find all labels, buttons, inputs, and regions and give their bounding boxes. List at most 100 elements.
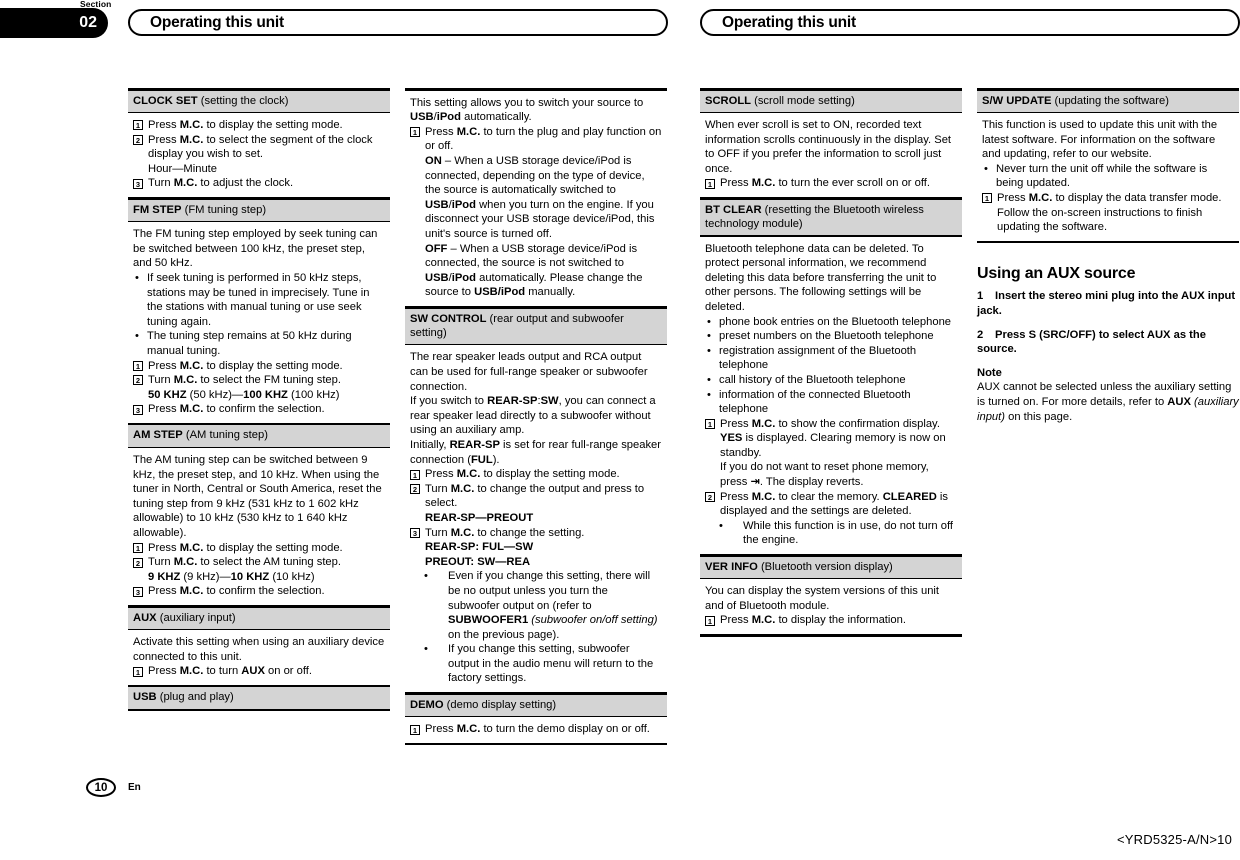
bullet-text: information of the connected Bluetooth t… bbox=[719, 388, 911, 416]
section-ver-info: VER INFO (Bluetooth version display) You… bbox=[700, 556, 962, 637]
step-item: 1 Press M.C. to turn the demo display on … bbox=[410, 722, 662, 737]
setting-name: SW CONTROL bbox=[410, 312, 487, 325]
step-text: Press M.C. to display the setting mode. bbox=[148, 119, 343, 132]
step-number: 1 bbox=[133, 120, 143, 131]
step-continuation-text: PREOUT: SW—REA bbox=[425, 555, 531, 568]
numbered-step: 2 Press S (SRC/OFF) to select AUX as the … bbox=[977, 328, 1239, 357]
bullet-dot: • bbox=[707, 388, 711, 401]
section-usb-continued: This setting allows you to switch your s… bbox=[405, 88, 667, 309]
step-number: 1 bbox=[410, 469, 420, 480]
section-using-aux-source: Using an AUX source 1 Insert the stereo m… bbox=[977, 265, 1239, 424]
manual-page: Section 02 Operating this unit Operating… bbox=[0, 0, 1240, 860]
section-am-step: AM STEP (AM tuning step) The AM tuning s… bbox=[128, 425, 390, 608]
bullet-dot: • bbox=[424, 570, 428, 583]
step-continuation-text: REAR-SP—PREOUT bbox=[425, 511, 534, 524]
step-text: Turn M.C. to select the FM tuning step. bbox=[148, 374, 341, 387]
page-title-left-text: Operating this unit bbox=[150, 13, 284, 31]
note-body: AUX cannot be selected unless the auxili… bbox=[977, 381, 1239, 423]
bullet-dot: • bbox=[707, 330, 711, 343]
bullet-text: While this function is in use, do not tu… bbox=[743, 519, 953, 547]
step-item: 3 Press M.C. to confirm the selection. bbox=[133, 584, 385, 599]
step-number: 2 bbox=[133, 557, 143, 568]
section-bt-clear: BT CLEAR (resetting the Bluetooth wirele… bbox=[700, 199, 962, 557]
intro-text: The AM tuning step can be switched betwe… bbox=[133, 453, 382, 539]
section-body: The FM tuning step employed by seek tuni… bbox=[128, 222, 390, 423]
step-item: 1 Press M.C. to show the confirmation dis… bbox=[705, 417, 957, 461]
language-code: En bbox=[128, 782, 141, 793]
step-number: 3 bbox=[410, 527, 420, 538]
setting-desc: (setting the clock) bbox=[197, 94, 289, 107]
bullet-item: • Even if you change this setting, there … bbox=[410, 569, 662, 642]
bullet-item: • Never turn the unit off while the softw… bbox=[982, 162, 1234, 191]
page-title-right-text: Operating this unit bbox=[722, 13, 856, 31]
step-text: Press M.C. to display the data transfer … bbox=[997, 192, 1222, 234]
bullet-item: • registration assignment of the Bluetoot… bbox=[705, 344, 957, 373]
section-body: You can display the system versions of t… bbox=[700, 579, 962, 634]
bullet-dot: • bbox=[719, 519, 723, 532]
bullet-text: If seek tuning is performed in 50 kHz st… bbox=[147, 271, 370, 328]
step-number: 1 bbox=[705, 419, 715, 430]
setting-desc: (updating the software) bbox=[1051, 94, 1169, 107]
column-3: SCROLL (scroll mode setting) When ever s… bbox=[700, 88, 962, 637]
section-number: 02 bbox=[79, 14, 97, 31]
bullet-dot: • bbox=[135, 330, 139, 343]
section-heading: Using an AUX source bbox=[977, 265, 1136, 283]
step-continuation: OFF – When a USB storage device/iPod is … bbox=[425, 242, 643, 299]
document-id: <YRD5325-A/N>10 bbox=[1116, 832, 1232, 847]
step-item: 1 Press M.C. to turn the ever scroll on o… bbox=[705, 176, 957, 191]
bullet-text: If you change this setting, subwoofer ou… bbox=[448, 643, 654, 685]
step-continuation: REAR-SP—PREOUT bbox=[425, 511, 662, 526]
page-title-left: Operating this unit bbox=[128, 9, 668, 36]
step-number: 3 bbox=[133, 404, 143, 415]
return-arrow-icon: ⇥ bbox=[750, 476, 760, 489]
bullet-text: Even if you change this setting, there w… bbox=[448, 570, 658, 641]
step-item: 3 Press M.C. to confirm the selection. bbox=[133, 402, 385, 417]
step-item: 1 Press M.C. to display the setting mode. bbox=[133, 541, 385, 556]
setting-name: SCROLL bbox=[705, 94, 751, 107]
step-item: 1 Press M.C. to display the information. bbox=[705, 613, 957, 628]
step-text: Press M.C. to turn the ever scroll on or… bbox=[720, 177, 930, 190]
step-text: Press M.C. to display the information. bbox=[720, 614, 906, 627]
section-header: FM STEP (FM tuning step) bbox=[128, 199, 390, 222]
step-number: 1 bbox=[705, 178, 715, 189]
step-text: Press M.C. to clear the memory. CLEARED … bbox=[720, 490, 948, 518]
step-text: Press M.C. to confirm the selection. bbox=[148, 585, 325, 598]
intro-text: The rear speaker leads output and RCA ou… bbox=[410, 351, 648, 393]
divider bbox=[405, 742, 667, 746]
step-item: 2 Turn M.C. to change the output and pres… bbox=[410, 482, 662, 511]
section-header: AM STEP (AM tuning step) bbox=[128, 425, 390, 447]
step-text: Press M.C. to display the setting mode. bbox=[425, 468, 620, 481]
bullet-text: call history of the Bluetooth telephone bbox=[719, 373, 906, 386]
setting-name: USB bbox=[133, 691, 157, 704]
step-text: Press M.C. to show the confirmation disp… bbox=[720, 417, 946, 459]
intro-text: Initially, REAR-SP is set for rear full-… bbox=[410, 438, 661, 466]
step-number: 1 bbox=[977, 290, 984, 303]
step-continuation: ON – When a USB storage device/iPod is c… bbox=[425, 154, 655, 240]
step-number: 1 bbox=[410, 127, 420, 138]
intro-text: When ever scroll is set to ON, recorded … bbox=[705, 119, 952, 175]
section-header: VER INFO (Bluetooth version display) bbox=[700, 556, 962, 579]
step-continuation: Hour—Minute bbox=[148, 162, 218, 175]
section-body: When ever scroll is set to ON, recorded … bbox=[700, 113, 962, 197]
intro-text: Bluetooth telephone data can be deleted.… bbox=[705, 242, 937, 313]
step-text: Press M.C. to display the setting mode. bbox=[148, 541, 343, 554]
section-demo: DEMO (demo display setting) 1 Press M.C. … bbox=[405, 694, 667, 746]
section-header: CLOCK SET (setting the clock) bbox=[128, 90, 390, 112]
bullet-text: Never turn the unit off while the softwa… bbox=[996, 162, 1208, 190]
page-number-badge: 10 bbox=[86, 778, 116, 797]
step-number: 2 bbox=[133, 135, 143, 146]
note-heading: Note bbox=[977, 366, 1002, 379]
step-item: 3 Turn M.C. to adjust the clock. bbox=[133, 176, 385, 191]
step-number: 1 bbox=[133, 542, 143, 553]
bullet-item: • call history of the Bluetooth telephone bbox=[705, 373, 957, 388]
bullet-dot: • bbox=[984, 162, 988, 175]
section-header: SCROLL (scroll mode setting) bbox=[700, 90, 962, 112]
step-item: 1 Press M.C. to display the setting mode. bbox=[133, 359, 385, 374]
bullet-item: • While this function is in use, do not t… bbox=[705, 519, 957, 548]
step-number: 3 bbox=[133, 178, 143, 189]
divider bbox=[700, 633, 962, 637]
bullet-text: The tuning step remains at 50 kHz during… bbox=[147, 330, 352, 357]
bullet-item: • If seek tuning is performed in 50 kHz s… bbox=[133, 271, 385, 329]
section-body: 1 Press M.C. to turn the demo display on … bbox=[405, 717, 667, 743]
numbered-step: 1 Insert the stereo mini plug into the AU… bbox=[977, 289, 1239, 318]
